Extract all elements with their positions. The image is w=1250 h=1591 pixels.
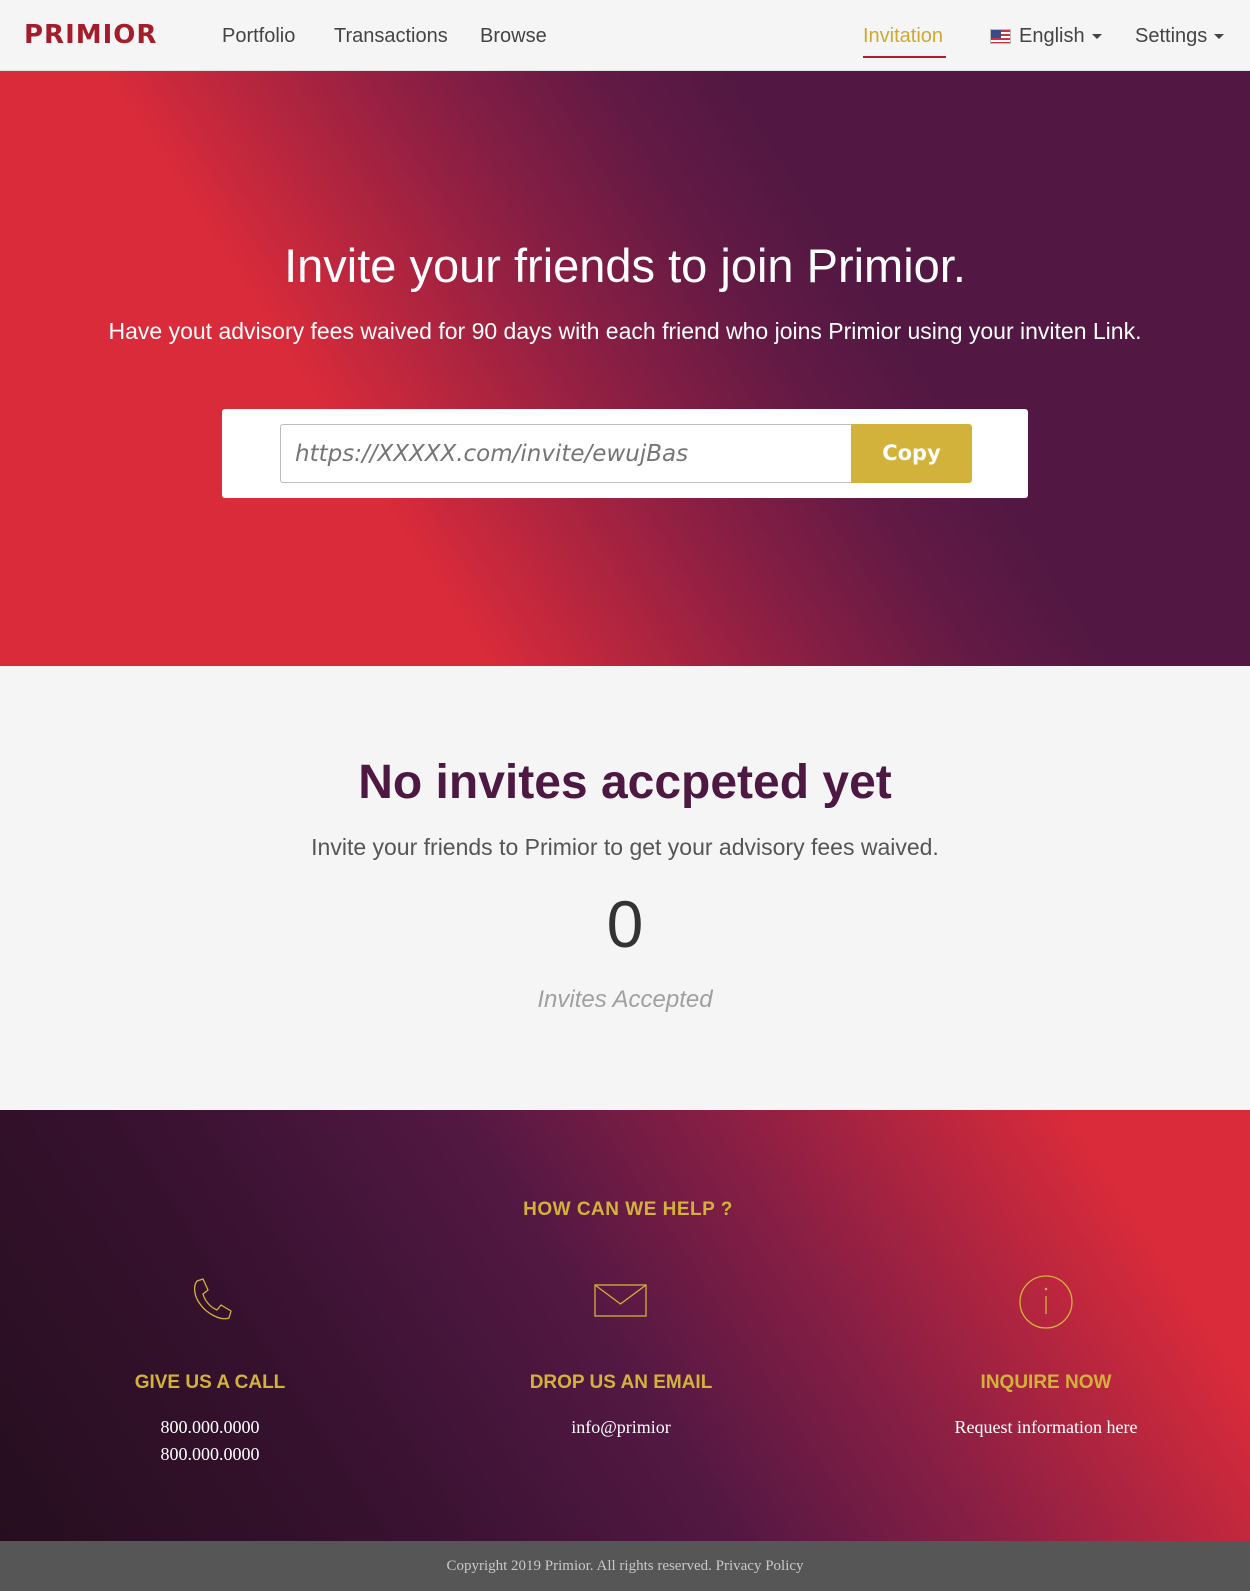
email-column: DROP US AN EMAIL info@primior	[411, 1110, 831, 1541]
invite-link-input[interactable]	[280, 424, 851, 483]
active-tab-underline	[863, 56, 946, 58]
copy-button[interactable]: Copy	[851, 424, 972, 483]
phone-number-1[interactable]: 800.000.0000	[0, 1414, 420, 1441]
invite-hero: Invite your friends to join Primior. Hav…	[0, 71, 1250, 666]
help-footer: HOW CAN WE HELP ? GIVE US A CALL 800.000…	[0, 1110, 1250, 1541]
call-numbers: 800.000.0000 800.000.0000	[0, 1414, 420, 1468]
hero-title: Invite your friends to join Primior.	[284, 239, 966, 292]
inquire-column: INQUIRE NOW Request information here	[836, 1110, 1250, 1541]
chevron-down-icon	[1214, 33, 1225, 39]
stats-subtitle: Invite your friends to Primior to get yo…	[311, 834, 939, 860]
invites-accepted-count: 0	[606, 887, 644, 961]
settings-dropdown[interactable]: Settings	[1135, 22, 1225, 50]
us-flag-icon	[990, 28, 1011, 44]
copyright-bar: Copyright 2019 Primior. All rights reser…	[0, 1541, 1250, 1591]
info-icon	[836, 1274, 1250, 1329]
phone-icon	[0, 1274, 420, 1328]
chevron-down-icon	[1091, 33, 1102, 39]
language-label: English	[1019, 25, 1085, 47]
stats-title: No invites accpeted yet	[358, 756, 892, 809]
phone-number-2[interactable]: 800.000.0000	[0, 1441, 420, 1468]
invite-stats: No invites accpeted yet Invite your frie…	[0, 666, 1250, 1110]
hero-subtitle: Have yout advisory fees waived for 90 da…	[108, 318, 1142, 344]
nav-transactions-link[interactable]: Transactions	[334, 22, 448, 50]
privacy-policy-link[interactable]: Privacy Policy	[716, 1558, 804, 1574]
invites-accepted-label: Invites Accepted	[537, 986, 713, 1013]
language-dropdown[interactable]: English	[990, 22, 1102, 50]
request-info-link[interactable]: Request information here	[836, 1414, 1250, 1441]
email-address[interactable]: info@primior	[411, 1414, 831, 1441]
nav-invitation-link[interactable]: Invitation	[863, 22, 943, 50]
copyright-text: Copyright 2019 Primior. All rights reser…	[446, 1558, 712, 1574]
call-title: GIVE US A CALL	[134, 1372, 286, 1393]
top-navbar: PRIMIOR Portfolio Transactions Browse In…	[0, 0, 1250, 71]
primior-logo[interactable]: PRIMIOR	[24, 20, 157, 50]
envelope-icon	[411, 1274, 831, 1328]
nav-portfolio-link[interactable]: Portfolio	[222, 22, 295, 50]
invite-link-card: Copy	[222, 409, 1028, 498]
nav-browse-link[interactable]: Browse	[480, 22, 547, 50]
inquire-title: INQUIRE NOW	[980, 1372, 1112, 1393]
call-column: GIVE US A CALL 800.000.0000 800.000.0000	[0, 1110, 420, 1541]
email-title: DROP US AN EMAIL	[529, 1372, 713, 1393]
settings-label: Settings	[1135, 25, 1208, 47]
